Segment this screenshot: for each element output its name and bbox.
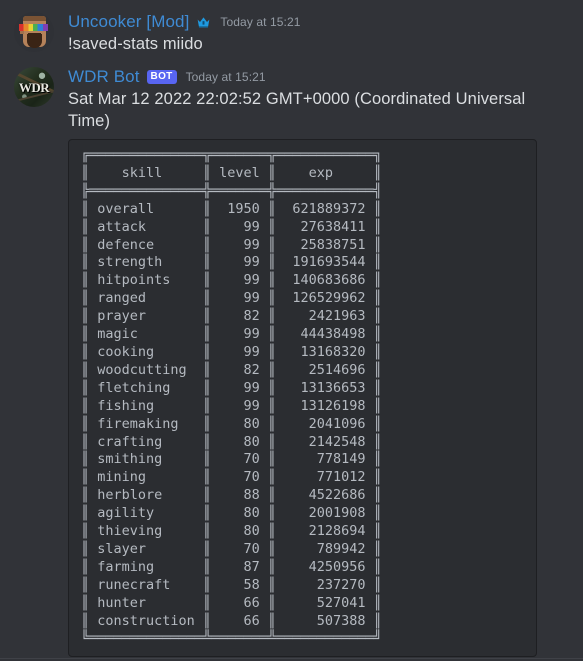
message-content: Sat Mar 12 2022 22:02:52 GMT+0000 (Coord…: [68, 90, 526, 130]
message-timestamp: Today at 15:21: [185, 70, 266, 84]
message-header: Uncooker [Mod] Today at 15:21: [68, 12, 571, 32]
message-content: !saved-stats miido: [68, 35, 203, 53]
message-header: WDR Bot BOT Today at 15:21: [68, 67, 571, 87]
stats-table-text: ╔══════════════╦═══════╦════════════╗ ║ …: [81, 147, 382, 647]
chat-message-list: Uncooker [Mod] Today at 15:21 !saved-sta…: [0, 0, 583, 660]
message-username[interactable]: WDR Bot: [68, 67, 140, 87]
message-body: Uncooker [Mod] Today at 15:21 !saved-sta…: [68, 12, 571, 55]
avatar-beard-shape: [27, 34, 42, 48]
uncooker-avatar[interactable]: [14, 12, 54, 52]
avatar-hair-shape: [23, 16, 46, 21]
bot-badge: BOT: [146, 70, 177, 84]
crown-icon: [196, 15, 211, 29]
message-username[interactable]: Uncooker [Mod]: [68, 12, 189, 32]
message-timestamp: Today at 15:21: [220, 15, 301, 29]
avatar-label: WDR: [18, 80, 50, 95]
stats-code-block: ╔══════════════╦═══════╦════════════╗ ║ …: [68, 139, 537, 658]
message-body: WDR Bot BOT Today at 15:21 Sat Mar 12 20…: [68, 67, 571, 658]
chat-message[interactable]: WDR WDR Bot BOT Today at 15:21 Sat Mar 1…: [0, 57, 583, 660]
rainbow-sunglasses-icon: [19, 24, 48, 31]
wdr-bot-avatar[interactable]: WDR: [14, 67, 54, 107]
message-divider: [0, 658, 583, 660]
chat-message[interactable]: Uncooker [Mod] Today at 15:21 !saved-sta…: [0, 8, 583, 57]
